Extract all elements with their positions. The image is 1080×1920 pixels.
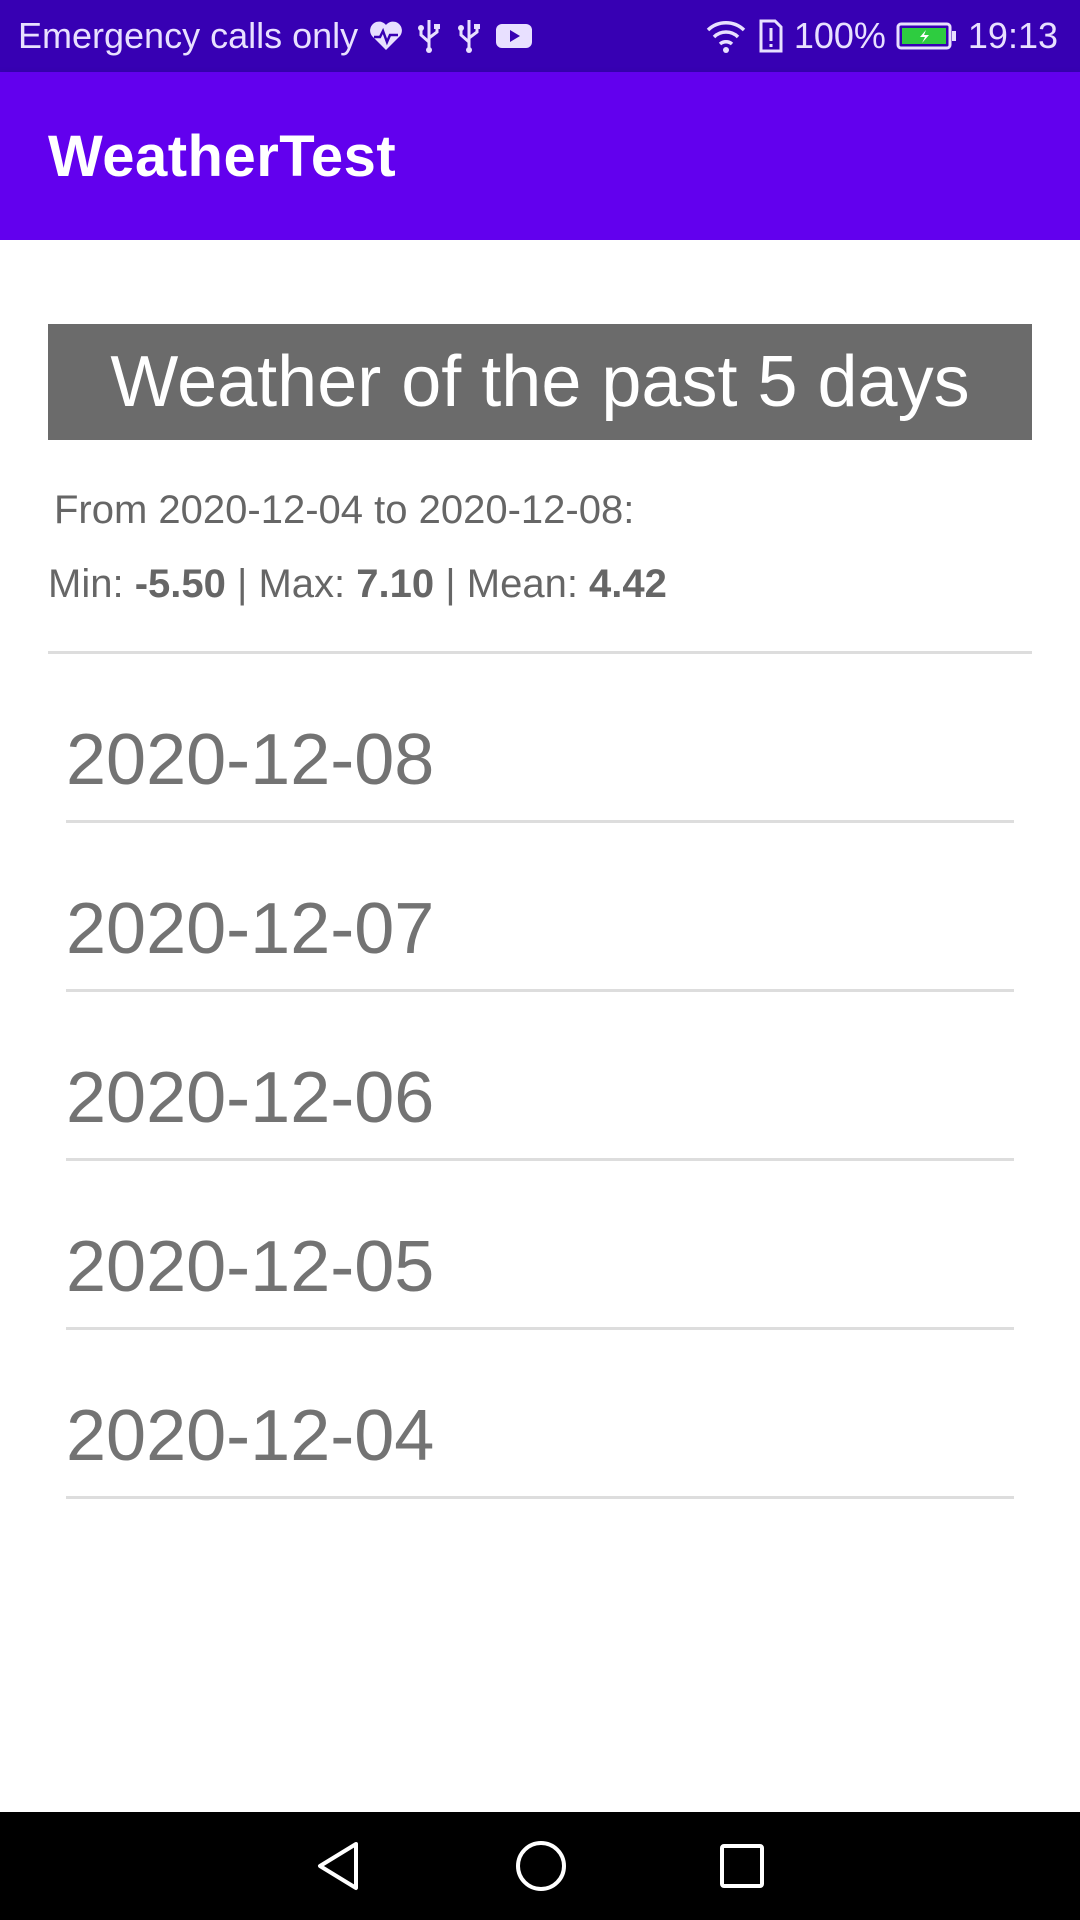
home-icon[interactable] xyxy=(514,1839,568,1893)
status-left: Emergency calls only xyxy=(18,15,534,57)
app-bar: WeatherTest xyxy=(0,72,1080,240)
mean-label: | Mean: xyxy=(434,562,590,606)
summary-header: Weather of the past 5 days xyxy=(48,324,1032,440)
battery-percent: 100% xyxy=(793,15,886,56)
max-value: 7.10 xyxy=(356,562,435,606)
max-label: | Max: xyxy=(225,562,357,606)
battery-icon xyxy=(896,21,958,51)
app-title: WeatherTest xyxy=(48,123,397,189)
list-item[interactable]: 2020-12-06 xyxy=(66,992,1014,1161)
main-content: Weather of the past 5 days From 2020-12-… xyxy=(0,240,1080,1812)
navigation-bar xyxy=(0,1812,1080,1920)
wifi-icon xyxy=(704,18,748,54)
status-bar: Emergency calls only 100% 19:13 xyxy=(0,0,1080,72)
list-item[interactable]: 2020-12-05 xyxy=(66,1161,1014,1330)
heart-rate-icon xyxy=(368,20,404,52)
stats-line: Min: -5.50 | Max: 7.10 | Mean: 4.42 xyxy=(48,562,667,607)
day-date: 2020-12-04 xyxy=(66,1396,435,1476)
list-item[interactable]: 2020-12-04 xyxy=(66,1330,1014,1499)
day-date: 2020-12-06 xyxy=(66,1058,435,1138)
date-range-text: From 2020-12-04 to 2020-12-08: xyxy=(54,488,635,532)
usb-icon xyxy=(414,18,444,54)
back-icon[interactable] xyxy=(314,1839,364,1893)
youtube-icon xyxy=(494,21,534,51)
list-item[interactable]: 2020-12-07 xyxy=(66,823,1014,992)
min-label: Min: xyxy=(48,562,135,606)
day-date: 2020-12-08 xyxy=(66,720,435,800)
day-list: 2020-12-08 2020-12-07 2020-12-06 2020-12… xyxy=(66,654,1014,1499)
clock: 19:13 xyxy=(967,15,1058,56)
carrier-text: Emergency calls only xyxy=(18,15,359,56)
day-date: 2020-12-05 xyxy=(66,1227,435,1307)
recents-icon[interactable] xyxy=(718,1842,766,1890)
sim-alert-icon xyxy=(758,18,784,54)
mean-value: 4.42 xyxy=(589,562,667,606)
day-date: 2020-12-07 xyxy=(66,889,435,969)
status-right: 100% 19:13 xyxy=(704,15,1058,57)
usb-icon xyxy=(454,18,484,54)
min-value: -5.50 xyxy=(134,562,226,606)
list-item[interactable]: 2020-12-08 xyxy=(66,654,1014,823)
